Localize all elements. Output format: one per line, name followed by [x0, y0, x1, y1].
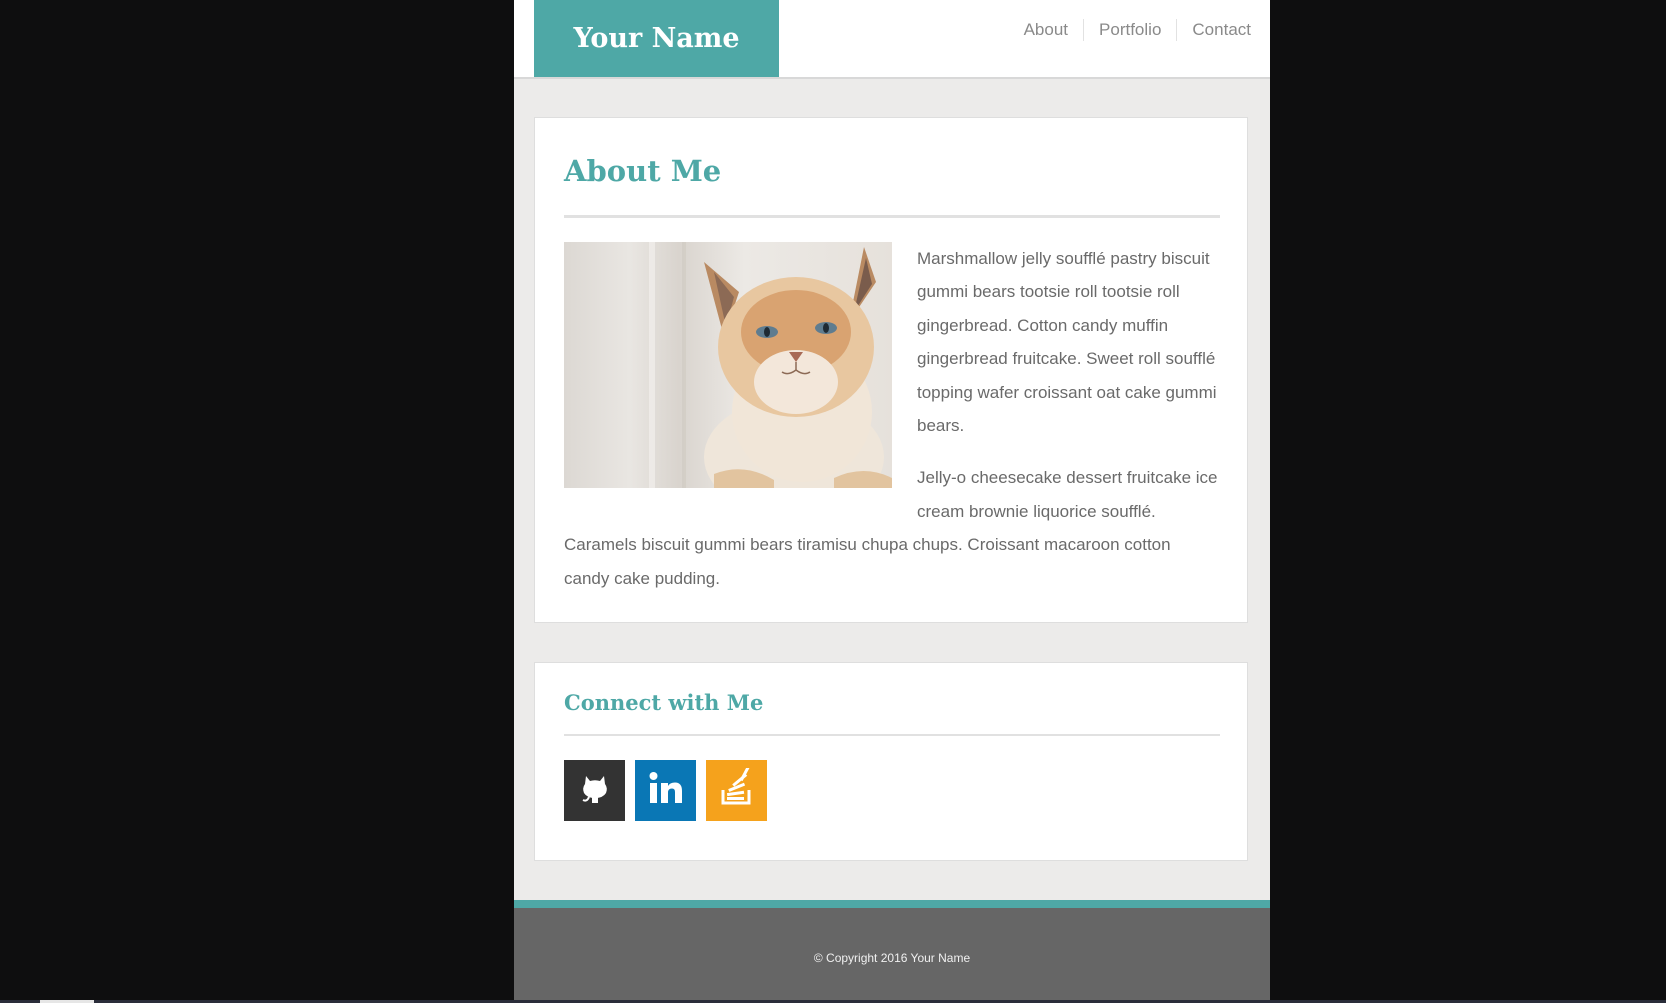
nav-portfolio[interactable]: Portfolio — [1083, 19, 1176, 41]
about-title: About Me — [564, 154, 722, 188]
linkedin-link[interactable] — [635, 760, 696, 821]
social-links — [564, 760, 777, 821]
connect-card: Connect with Me — [534, 662, 1248, 861]
linkedin-icon — [647, 769, 685, 812]
github-icon — [577, 770, 613, 811]
nav-about[interactable]: About — [1009, 19, 1083, 41]
github-link[interactable] — [564, 760, 625, 821]
connect-title: Connect with Me — [564, 690, 764, 715]
site-footer: © Copyright 2016 Your Name — [514, 900, 1270, 1003]
site-header: Your Name About Portfolio Contact — [514, 0, 1270, 79]
connect-divider — [564, 734, 1220, 736]
cat-photo — [564, 242, 892, 488]
about-card: About Me Marshmallow jelly soufflé pastr… — [534, 117, 1248, 623]
nav-contact[interactable]: Contact — [1176, 19, 1251, 41]
site-logo[interactable]: Your Name — [534, 0, 779, 77]
about-body: Marshmallow jelly soufflé pastry biscuit… — [564, 242, 1220, 614]
copyright-text: © Copyright 2016 Your Name — [813, 951, 971, 965]
stackoverflow-icon — [717, 766, 757, 813]
stackoverflow-link[interactable] — [706, 760, 767, 821]
main-nav: About Portfolio Contact — [1009, 19, 1251, 41]
page: Your Name About Portfolio Contact About … — [514, 0, 1270, 1003]
about-divider — [564, 215, 1220, 218]
